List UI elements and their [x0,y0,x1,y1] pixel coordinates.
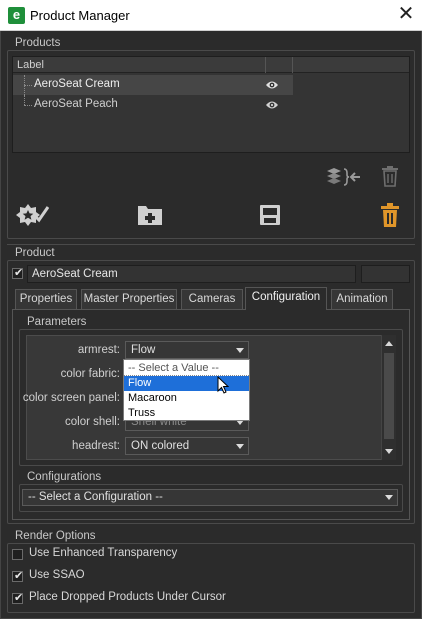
render-options-section-label: Render Options [15,530,96,542]
delete-variant-button[interactable] [380,164,400,188]
armrest-dropdown-list[interactable]: -- Select a Value -- Flow Macaroon Truss [123,359,250,421]
add-folder-icon [138,206,162,225]
product-label: AeroSeat Peach [34,98,118,110]
select-value: -- Select a Configuration -- [28,491,163,503]
tab-properties[interactable]: Properties [15,289,77,309]
add-group-button[interactable] [136,202,164,228]
chevron-down-icon [236,348,244,353]
delete-icon [382,166,398,187]
product-row[interactable]: AeroSeat Peach [13,95,293,115]
tab-animation[interactable]: Animation [331,289,393,309]
tab-cameras[interactable]: Cameras [181,289,243,309]
option-label: Place Dropped Products Under Cursor [29,591,226,603]
scroll-up-icon[interactable] [385,341,393,346]
product-name-field[interactable]: AeroSeat Cream [27,265,356,283]
param-label-headrest: headrest: [72,440,120,452]
product-row[interactable]: AeroSeat Cream [13,75,293,95]
dropdown-placeholder[interactable]: -- Select a Value -- [124,361,249,376]
dropdown-option[interactable]: Truss [124,406,249,421]
product-label: AeroSeat Cream [34,78,120,90]
window-title: Product Manager [30,8,130,23]
delete-product-button[interactable] [378,201,402,229]
tab-master-properties[interactable]: Master Properties [81,289,177,309]
product-enabled-checkbox[interactable]: ✔ [12,267,24,279]
param-label-color-shell: color shell: [65,416,120,428]
products-list[interactable]: Label AeroSeat Cream AeroSeat Peach [12,56,410,153]
parameters-section-label: Parameters [27,316,87,328]
product-extra-field[interactable] [361,265,410,283]
chevron-down-icon [385,495,393,500]
headrest-select[interactable]: ON colored [125,437,249,455]
products-section-label: Products [15,37,61,49]
scroll-down-icon[interactable] [385,449,393,454]
tree-line [24,105,32,106]
scroll-thumb[interactable] [384,353,394,439]
tree-line [24,85,32,86]
validate-button[interactable] [14,200,50,230]
column-separator [292,57,293,73]
link-variants-button[interactable] [325,165,363,189]
select-value: ON colored [131,440,190,452]
delete-icon [381,203,399,227]
link-variants-icon [327,168,360,186]
enhanced-transparency-checkbox[interactable] [12,549,23,560]
column-separator [265,57,266,73]
parameters-scrollbar[interactable] [381,335,396,460]
save-button[interactable] [258,203,282,227]
armrest-select[interactable]: Flow [125,341,249,359]
eye-icon[interactable] [265,99,279,111]
checkmark-icon: ✔ [14,592,24,604]
app-logo-icon: e [8,7,25,24]
dropdown-option[interactable]: Flow [124,376,249,391]
option-label: Use Enhanced Transparency [29,547,178,559]
tab-configuration[interactable]: Configuration [245,287,327,310]
checkmark-icon: ✔ [14,570,24,582]
column-header-label: Label [17,59,44,71]
divider [7,244,415,245]
eye-icon[interactable] [265,79,279,91]
badge-check-icon [16,204,49,226]
close-button[interactable]: ✕ [390,0,422,30]
ssao-checkbox[interactable]: ✔ [12,570,24,582]
place-under-cursor-checkbox[interactable]: ✔ [12,592,24,604]
dropdown-option[interactable]: Macaroon [124,391,249,406]
param-label-color-fabric: color fabric: [60,368,120,380]
tree-line [24,95,25,105]
product-section-label: Product [15,247,55,259]
configurations-section-label: Configurations [27,471,102,483]
list-header: Label [13,57,409,73]
param-label-armrest: armrest: [77,344,120,356]
param-label-color-screen-panel: color screen panel: [22,392,120,404]
option-label: Use SSAO [29,569,85,581]
configuration-select[interactable]: -- Select a Configuration -- [22,489,398,506]
select-value: Flow [131,344,156,356]
save-icon [260,205,280,225]
mouse-cursor-icon [217,376,229,394]
title-bar: e Product Manager ✕ [0,0,422,31]
chevron-down-icon [236,444,244,449]
checkmark-icon: ✔ [14,267,24,279]
